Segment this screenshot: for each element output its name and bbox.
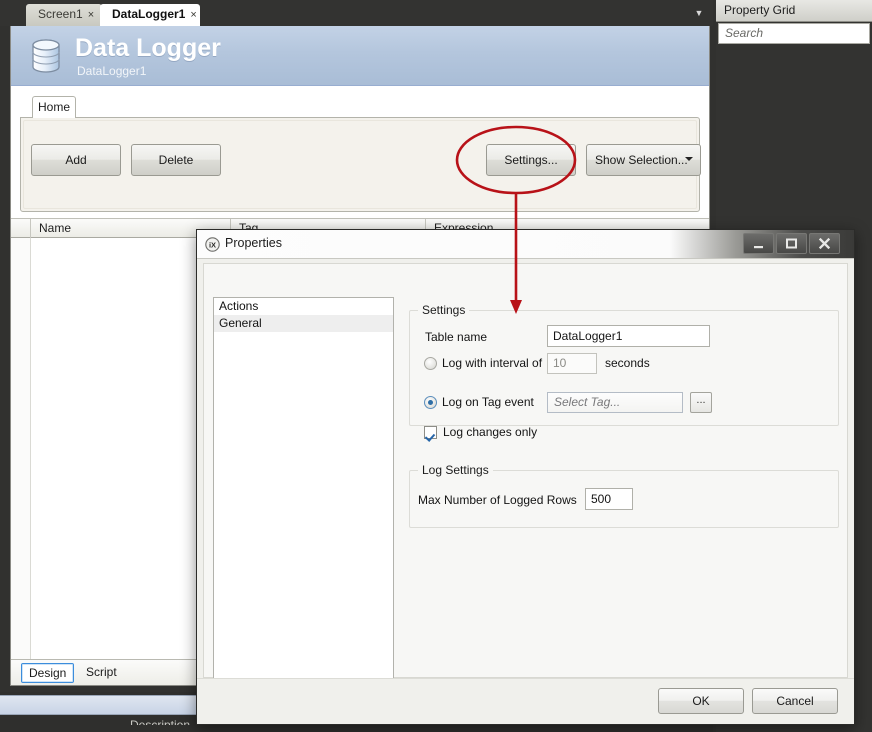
document-tab-datalogger1[interactable]: DataLogger1 × [100,4,200,27]
tag-select-combo[interactable]: Select Tag... [547,392,683,413]
document-tab-label: DataLogger1 [112,7,186,21]
log-with-interval-label: Log with interval of [442,356,543,370]
maximize-icon [786,238,797,249]
dialog-title: Properties [225,236,282,250]
document-tabstrip: Screen1 × DataLogger1 × ▼ [0,0,713,27]
delete-button-label: Delete [158,153,194,167]
category-item-general[interactable]: General [214,315,393,332]
log-changes-only-label: Log changes only [443,425,538,439]
show-selection-button[interactable]: Show Selection... [586,144,701,176]
maximize-button[interactable] [776,233,807,254]
settings-button-label: Settings... [504,153,558,167]
seconds-unit-label: seconds [605,356,650,370]
table-name-label: Table name [425,330,488,344]
log-interval-seconds-field[interactable]: 10 [547,353,597,374]
log-settings-groupbox: Log Settings Max Number of Logged Rows 5… [409,463,839,528]
property-grid-title: Property Grid [716,0,872,22]
page-title: Data Logger [75,34,221,62]
log-settings-group-legend: Log Settings [418,463,493,477]
dialog-footer: OK Cancel [197,678,854,724]
editor-banner: Data Logger DataLogger1 [11,26,709,86]
grid-row-gutter [11,238,31,659]
svg-text:iX: iX [209,241,216,250]
document-tab-label: Screen1 [38,7,83,21]
ok-button[interactable]: OK [658,688,744,714]
document-tab-screen1[interactable]: Screen1 × [26,4,102,26]
browse-tag-button[interactable]: ... [690,392,712,413]
radio-log-on-tag-event[interactable] [424,396,437,409]
chevron-down-icon[interactable]: ▼ [691,6,707,20]
settings-button[interactable]: Settings... [486,144,576,176]
add-button[interactable]: Add [31,144,121,176]
category-item-actions[interactable]: Actions [214,298,393,315]
ribbon: Home Add Delete Settings... Show Selecti… [20,96,701,212]
add-button-label: Add [65,153,87,167]
close-icon[interactable]: × [88,9,94,21]
max-rows-label: Max Number of Logged Rows [418,493,577,507]
category-list[interactable]: Actions General [213,297,394,707]
settings-group-legend: Settings [418,303,470,317]
close-icon[interactable]: × [190,9,196,21]
settings-groupbox: Settings Table name DataLogger1 Log with… [409,303,839,439]
log-on-tag-event-label: Log on Tag event [442,395,534,409]
minimize-icon [754,246,763,249]
page-subtitle: DataLogger1 [77,64,147,78]
delete-button[interactable]: Delete [131,144,221,176]
close-button[interactable] [809,233,840,254]
checkbox-log-changes-only[interactable] [424,426,437,439]
tab-design[interactable]: Design [21,663,75,683]
minimize-button[interactable] [743,233,774,254]
grid-corner-cell [11,219,31,238]
ribbon-panel: Add Delete Settings... Show Selection... [20,117,701,212]
table-name-field[interactable]: DataLogger1 [547,325,710,347]
close-icon [818,237,831,250]
dialog-titlebar[interactable]: iX Properties [197,230,854,259]
max-rows-field[interactable]: 500 [585,488,633,510]
chevron-down-icon[interactable] [685,157,693,161]
cancel-button[interactable]: Cancel [752,688,838,714]
property-grid-search-input[interactable]: Search [718,23,870,44]
dialog-body: Actions General Settings Table name Data… [203,263,848,707]
properties-dialog: iX Properties Actions General Settings T… [196,229,855,725]
radio-log-with-interval[interactable] [424,357,437,370]
description-label: Description [130,718,191,732]
database-icon [27,38,69,76]
ix-logo-icon: iX [205,237,220,252]
tab-script[interactable]: Script [79,663,124,683]
ribbon-tab-home[interactable]: Home [32,96,76,118]
